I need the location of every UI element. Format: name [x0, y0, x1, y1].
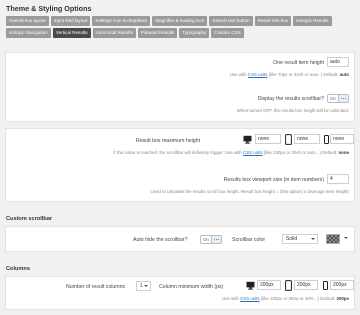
tab-horizontal-results[interactable]: Horizontal Results [92, 28, 136, 38]
page-title: Theme & Styling Options [6, 4, 92, 13]
viewport-label: Results box viewport size (in item numbe… [223, 177, 324, 183]
tab-search-text-button[interactable]: Search text button [209, 16, 253, 26]
chevron-down-icon [311, 238, 315, 240]
tab-isotopic-navigation[interactable]: Isotopic Navigation [6, 28, 51, 38]
min-width-label: Column minimum width (px) [159, 284, 224, 290]
tab-polaroid-results[interactable]: Polaroid Results [137, 28, 178, 38]
min-width-phone-input[interactable]: 200px [330, 280, 354, 290]
tablet-icon [285, 280, 292, 291]
tablet-icon [285, 134, 292, 145]
tab-magnifier-loading-icon[interactable]: Magnifier & loading icon [152, 16, 208, 26]
css-units-link[interactable]: CSS units [240, 296, 260, 301]
toggle-state: On [330, 96, 336, 101]
autohide-label: Auto hide the scrollbar? [133, 237, 188, 243]
max-height-desktop-input[interactable]: none [255, 134, 281, 144]
scrollbar-color-swatch[interactable] [326, 234, 340, 244]
scrollbar-style-select[interactable]: Solid [282, 234, 318, 244]
min-width-help: Use with CSS units (like 200px or 30vw o… [222, 296, 349, 301]
item-height-help: Use with CSS units (like 70px or 32vh or… [229, 72, 349, 77]
num-columns-label: Number of result columns [66, 284, 126, 290]
tab-overall-box-layout[interactable]: Overall box layout [6, 16, 49, 26]
toggle-knob [338, 95, 348, 102]
toggle-knob [211, 236, 221, 243]
max-height-tablet-input[interactable]: none [294, 134, 320, 144]
scrollbar-color-label: Scrollbar color [232, 237, 266, 243]
tab-settings-icon-dropdown[interactable]: Settings icon & dropdown [92, 16, 151, 26]
columns-title: Columns [6, 266, 30, 272]
tab-typography[interactable]: Typography [179, 28, 210, 38]
max-height-panel: Result box maximum height none none none… [5, 128, 355, 202]
tab-vertical-results[interactable]: Vertical Results [52, 28, 91, 38]
tab-input-field-layout[interactable]: Input field layout [50, 16, 91, 26]
tab-bar: Overall box layout Input field layout Se… [6, 16, 354, 38]
scrollbar-help: When turned OFF, the results box height … [236, 108, 349, 113]
num-columns-select[interactable]: 1 [136, 281, 151, 291]
tab-isotopic-results[interactable]: Isotopic Results [293, 16, 332, 26]
custom-scrollbar-title: Custom scrollbar [6, 216, 53, 222]
desktop-icon [246, 281, 255, 290]
custom-scrollbar-panel: Auto hide the scrollbar? On Scrollbar co… [5, 226, 355, 252]
tab-result-info-box[interactable]: Result info box [254, 16, 292, 26]
autohide-toggle[interactable]: On [200, 235, 222, 244]
max-height-help: If this value is reached, the scrollbar … [113, 150, 349, 155]
tab-custom-css[interactable]: Custom CSS [211, 28, 244, 38]
item-height-input[interactable]: auto [327, 57, 349, 67]
desktop-icon [243, 135, 252, 144]
chevron-down-icon [344, 237, 348, 239]
scrollbar-toggle[interactable]: On [327, 94, 349, 103]
min-width-tablet-input[interactable]: 200px [294, 280, 318, 290]
color-picker-dropdown[interactable] [341, 234, 350, 244]
max-height-phone-input[interactable]: none [330, 134, 354, 144]
item-height-panel: One result item height auto Use with CSS… [5, 52, 355, 122]
scrollbar-label: Display the results scrollbar? [257, 96, 324, 102]
min-width-desktop-input[interactable]: 200px [257, 280, 281, 290]
phone-icon [323, 281, 328, 290]
item-height-label: One result item height [273, 60, 324, 66]
max-height-label: Result box maximum height [136, 138, 201, 144]
columns-panel: Number of result columns 1 Column minimu… [5, 276, 355, 310]
css-units-link[interactable]: CSS units [248, 72, 268, 77]
css-units-link[interactable]: CSS units [243, 150, 263, 155]
phone-icon [324, 135, 329, 144]
toggle-state: On [203, 237, 209, 242]
viewport-help: Used to calculate the results scroll box… [150, 189, 349, 194]
viewport-input[interactable]: 4 [327, 174, 349, 184]
chevron-down-icon [144, 285, 148, 287]
